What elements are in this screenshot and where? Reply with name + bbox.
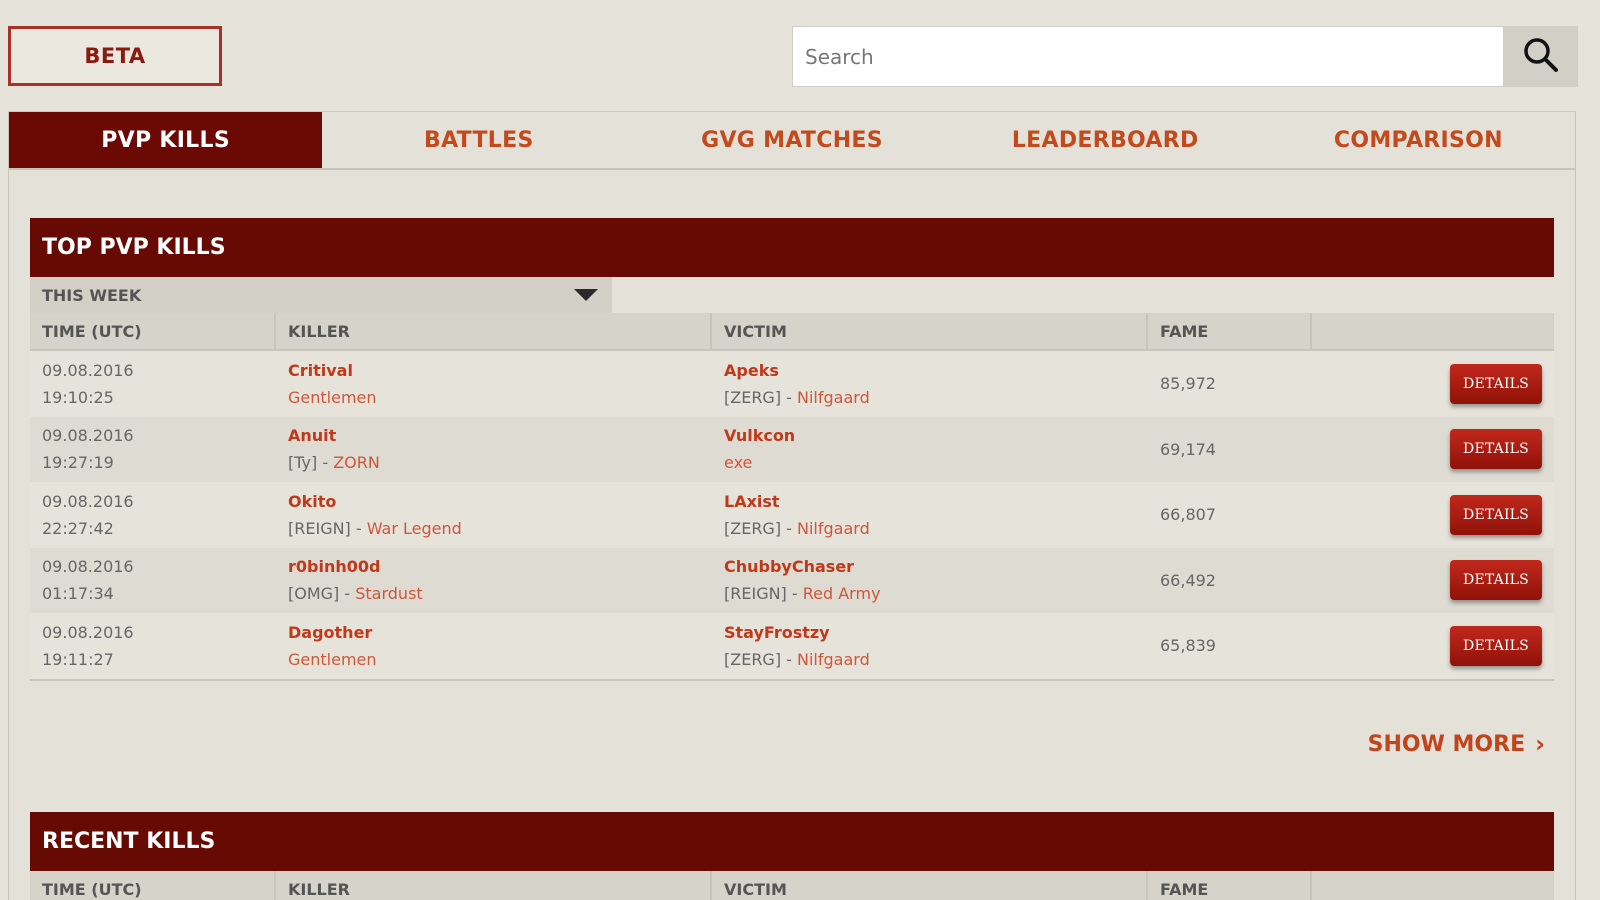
show-more-link[interactable]: SHOW MORE › [1368,730,1545,758]
killer-name[interactable]: r0binh00d [288,553,712,580]
tab-gvg-matches[interactable]: GVG MATCHES [635,112,948,168]
fame-value: 66,807 [1160,505,1216,525]
beta-badge[interactable]: BETA [8,26,222,86]
fame-value: 66,492 [1160,570,1216,590]
victim-guild[interactable]: Red Army [803,584,881,603]
kill-date: 09.08.2016 [42,426,134,446]
kill-date: 09.08.2016 [42,491,134,511]
period-value: THIS WEEK [42,285,142,305]
details-button[interactable]: DETAILS [1450,625,1542,666]
fame-value: 65,839 [1160,636,1216,656]
col-killer: KILLER [276,871,712,900]
kill-date: 09.08.2016 [42,557,134,577]
col-killer: KILLER [276,313,712,349]
victim-name[interactable]: Apeks [724,357,1148,384]
fame-value: 85,972 [1160,374,1216,394]
table-row: 09.08.2016 19:27:19 Anuit [Ty] - ZORN Vulk… [30,416,1554,482]
victim-name[interactable]: ChubbyChaser [724,553,1148,580]
col-actions [1312,871,1554,900]
main-panel: PVP KILLS BATTLES GVG MATCHES LEADERBOAR… [8,111,1576,900]
kill-date: 09.08.2016 [42,622,134,642]
tab-pvp-kills[interactable]: PVP KILLS [9,112,323,168]
victim-guild[interactable]: exe [724,453,752,472]
victim-name[interactable]: Vulkcon [724,422,1148,449]
kill-time: 19:11:27 [42,649,114,669]
victim-guild[interactable]: Nilfgaard [797,519,870,538]
table-body: 09.08.2016 19:10:25 Critival Gentlemen Ape… [30,351,1554,679]
col-fame: FAME [1148,871,1312,900]
table-row: 09.08.2016 19:10:25 Critival Gentlemen Ape… [30,351,1554,417]
details-button[interactable]: DETAILS [1450,363,1542,404]
table-divider [30,678,1554,681]
search-input[interactable] [792,26,1504,87]
recent-kills-table: TIME (UTC) KILLER VICTIM FAME [30,871,1554,900]
period-dropdown[interactable]: THIS WEEK [30,277,612,313]
killer-guild[interactable]: Gentlemen [288,388,377,407]
col-time: TIME (UTC) [30,313,276,349]
show-more-label: SHOW MORE [1367,731,1526,757]
victim-guild[interactable]: Nilfgaard [797,650,870,669]
search-bar [792,26,1578,87]
tab-leaderboard[interactable]: LEADERBOARD [949,112,1262,168]
killer-guild[interactable]: Stardust [355,584,422,603]
table-row: 09.08.2016 22:27:42 Okito [REIGN] - War Le… [30,482,1554,548]
killer-name[interactable]: Critival [288,357,712,384]
col-time: TIME (UTC) [30,871,276,900]
kill-time: 22:27:42 [42,518,114,538]
top-pvp-kills-header: TOP PVP KILLS [30,218,1554,277]
killer-alliance: [OMG] - [288,584,356,604]
kill-time: 01:17:34 [42,584,114,604]
killer-name[interactable]: Anuit [288,422,712,449]
kill-time: 19:27:19 [42,453,114,473]
chevron-down-icon [574,289,598,301]
killer-guild[interactable]: ZORN [333,453,380,472]
table-row: 09.08.2016 19:11:27 Dagother Gentlemen Sta… [30,613,1554,679]
col-victim: VICTIM [712,871,1148,900]
kill-time: 19:10:25 [42,387,114,407]
col-fame: FAME [1148,313,1312,349]
victim-name[interactable]: LAxist [724,488,1148,515]
table-header: TIME (UTC) KILLER VICTIM FAME [30,313,1554,351]
victim-alliance: [ZERG] - [724,649,798,669]
search-icon [1522,36,1560,77]
col-actions [1312,313,1554,349]
killer-alliance: [REIGN] - [288,518,367,538]
victim-alliance: [ZERG] - [724,387,798,407]
killer-alliance: [Ty] - [288,453,334,473]
victim-guild[interactable]: Nilfgaard [797,388,870,407]
killer-name[interactable]: Okito [288,488,712,515]
recent-kills-header: RECENT KILLS [30,812,1554,871]
killer-guild[interactable]: Gentlemen [288,650,377,669]
details-button[interactable]: DETAILS [1450,429,1542,470]
details-button[interactable]: DETAILS [1450,560,1542,601]
fame-value: 69,174 [1160,439,1216,459]
tab-comparison[interactable]: COMPARISON [1262,112,1575,168]
victim-alliance: [REIGN] - [724,584,803,604]
tab-bar: PVP KILLS BATTLES GVG MATCHES LEADERBOAR… [9,112,1575,170]
section-title: TOP PVP KILLS [42,235,226,260]
tab-battles[interactable]: BATTLES [322,112,635,168]
col-victim: VICTIM [712,313,1148,349]
table-header: TIME (UTC) KILLER VICTIM FAME [30,871,1554,900]
chevron-right-icon: › [1535,730,1545,758]
victim-alliance: [ZERG] - [724,518,798,538]
table-row: 09.08.2016 01:17:34 r0binh00d [OMG] - Star… [30,547,1554,613]
top-kills-table: TIME (UTC) KILLER VICTIM FAME 09.08.2016… [30,313,1554,681]
details-button[interactable]: DETAILS [1450,494,1542,535]
section-title: RECENT KILLS [42,829,216,854]
killer-guild[interactable]: War Legend [367,519,462,538]
killer-name[interactable]: Dagother [288,619,712,646]
victim-name[interactable]: StayFrostzy [724,619,1148,646]
search-button[interactable] [1504,26,1578,87]
kill-date: 09.08.2016 [42,360,134,380]
